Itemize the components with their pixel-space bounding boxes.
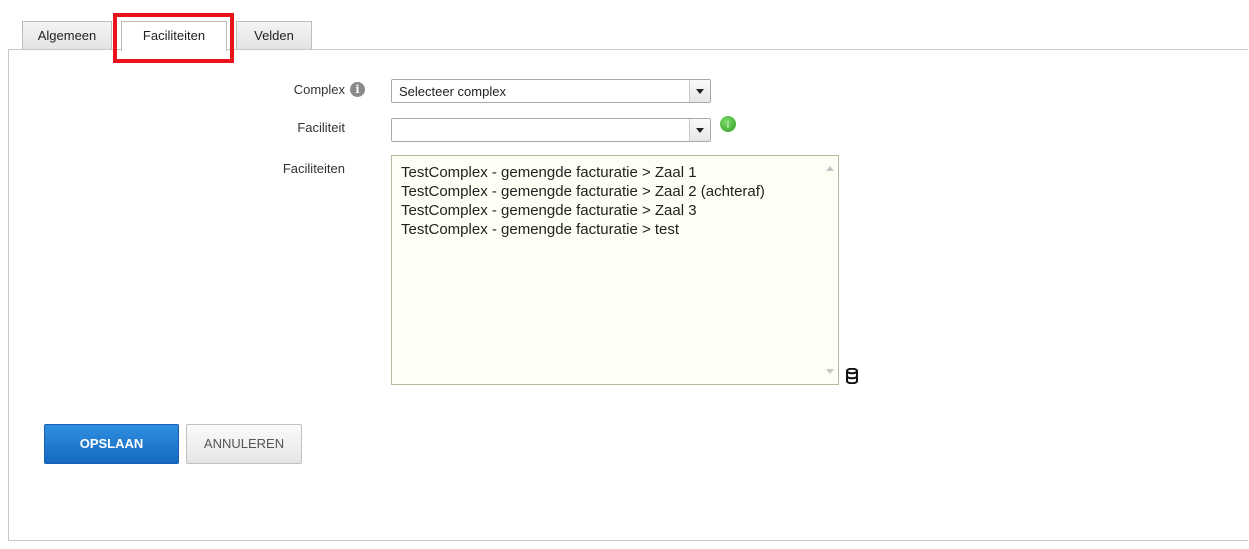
faciliteit-select[interactable] bbox=[391, 118, 711, 142]
list-item[interactable]: TestComplex - gemengde facturatie > Zaal… bbox=[401, 182, 816, 201]
tab-faciliteiten[interactable]: Faciliteiten bbox=[121, 21, 227, 51]
list-item[interactable]: TestComplex - gemengde facturatie > Zaal… bbox=[401, 163, 816, 182]
scroll-up-icon[interactable] bbox=[826, 166, 834, 171]
complex-select-value: Selecteer complex bbox=[399, 84, 506, 99]
listbox-scrollbar[interactable] bbox=[821, 156, 838, 384]
faciliteit-label: Faciliteit bbox=[297, 120, 345, 135]
list-item[interactable]: TestComplex - gemengde facturatie > Zaal… bbox=[401, 201, 816, 220]
faciliteiten-list: TestComplex - gemengde facturatie > Zaal… bbox=[401, 163, 816, 239]
tab-algemeen[interactable]: Algemeen bbox=[22, 21, 112, 49]
add-icon[interactable]: ↓ bbox=[720, 116, 736, 132]
cancel-button[interactable]: ANNULEREN bbox=[186, 424, 302, 464]
scroll-down-icon[interactable] bbox=[826, 369, 834, 374]
chevron-down-icon[interactable] bbox=[689, 80, 710, 102]
faciliteiten-listbox[interactable]: TestComplex - gemengde facturatie > Zaal… bbox=[391, 155, 839, 385]
info-icon[interactable]: i bbox=[350, 82, 365, 97]
list-item[interactable]: TestComplex - gemengde facturatie > test bbox=[401, 220, 816, 239]
chevron-down-icon[interactable] bbox=[689, 119, 710, 141]
faciliteiten-label: Faciliteiten bbox=[282, 161, 345, 176]
database-icon[interactable] bbox=[846, 368, 858, 384]
complex-select[interactable]: Selecteer complex bbox=[391, 79, 711, 103]
complex-label: Complex bbox=[293, 82, 345, 97]
tab-velden[interactable]: Velden bbox=[236, 21, 312, 49]
save-button[interactable]: OPSLAAN bbox=[44, 424, 179, 464]
